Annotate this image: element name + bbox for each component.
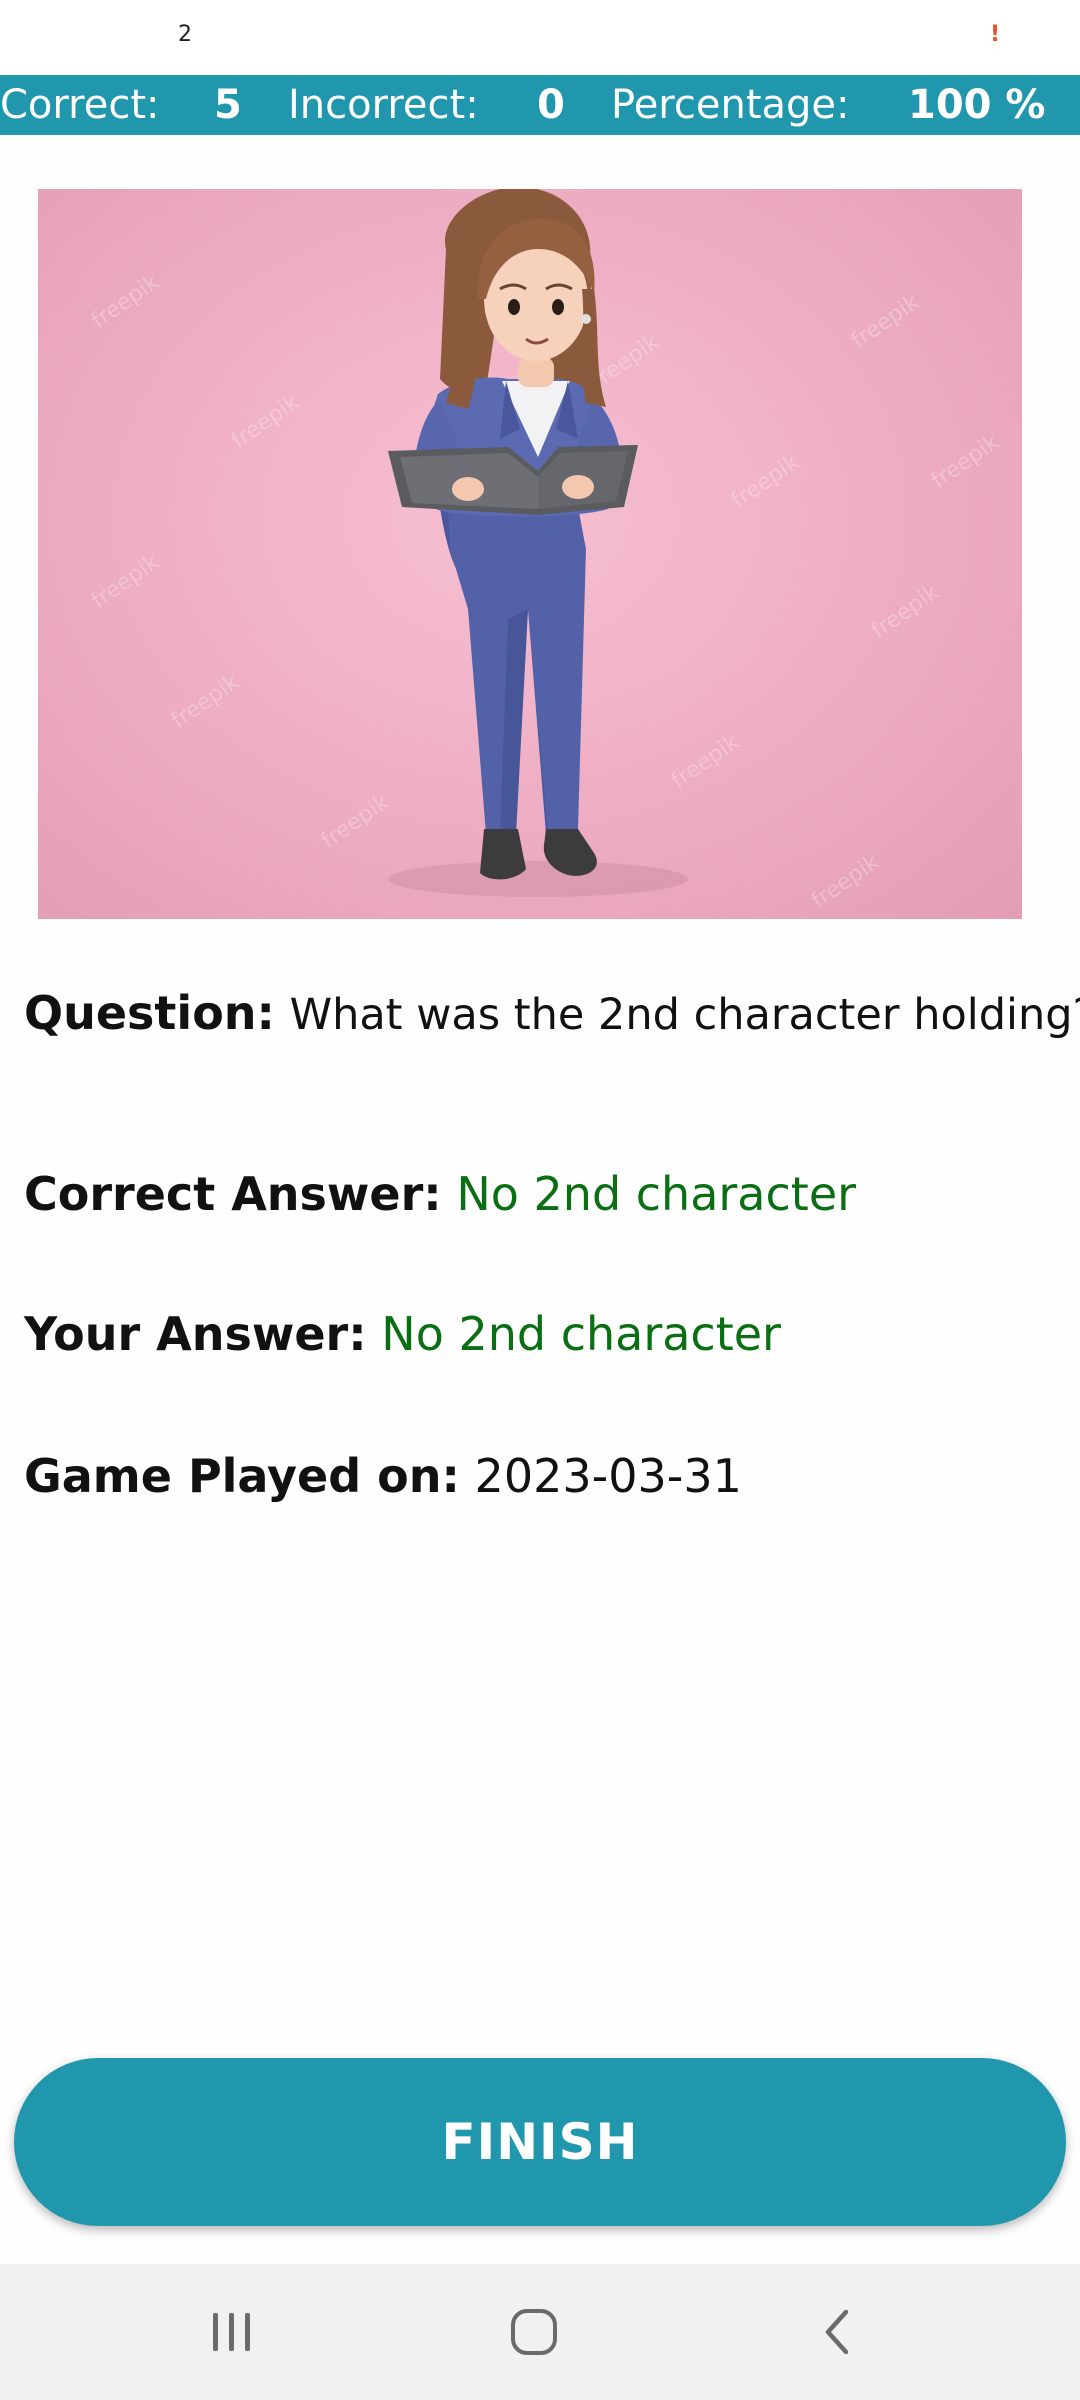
system-nav-bar [0,2264,1080,2400]
watermark-text: freepik [807,850,884,914]
status-bar: 2 ! [0,0,1080,75]
correct-answer-label: Correct Answer: [24,1167,442,1221]
question-row: Question: What was the 2nd character hol… [24,983,1080,1045]
question-text: What was the 2nd character holding? [289,990,1080,1040]
watermark-text: freepik [227,390,304,454]
watermark-text: freepik [927,430,1004,494]
finish-button-label: FINISH [441,2113,639,2171]
character-illustration: freepik freepik freepik freepik freepik … [87,189,1004,914]
back-icon [825,2309,849,2355]
watermark-text: freepik [167,670,244,734]
watermark-text: freepik [667,730,744,794]
correct-count: 5 [214,82,242,128]
incorrect-count: 0 [537,82,565,128]
watermark-text: freepik [317,790,394,854]
watermark-text: freepik [727,450,804,514]
game-played-label: Game Played on: [24,1449,460,1503]
percentage-value: 100 % [908,82,1046,128]
home-icon [511,2309,557,2355]
correct-answer-text: No 2nd character [456,1167,857,1221]
your-answer-text: No 2nd character [381,1307,781,1361]
correct-label: Correct: [0,82,160,128]
watermark-text: freepik [867,580,944,644]
game-played-date: 2023-03-31 [474,1449,742,1503]
your-answer-label: Your Answer: [24,1307,367,1361]
status-alert-icon: ! [990,22,1001,47]
incorrect-label: Incorrect: [288,82,479,128]
your-answer-row: Your Answer: No 2nd character [24,1304,781,1364]
watermark-text: freepik [847,290,924,354]
home-button[interactable] [474,2282,594,2382]
finish-button[interactable]: FINISH [14,2058,1066,2226]
watermark-text: freepik [87,550,164,614]
percentage-label: Percentage: [611,82,850,128]
correct-answer-row: Correct Answer: No 2nd character [24,1164,856,1224]
recents-icon [213,2313,250,2351]
recents-button[interactable] [172,2282,292,2382]
question-label: Question: [24,986,275,1040]
score-bar: Correct: 5 Incorrect: 0 Percentage: 100 … [0,75,1080,135]
watermark-text: freepik [87,270,164,334]
status-notification-count: 2 [178,22,192,47]
game-played-row: Game Played on: 2023-03-31 [24,1446,742,1506]
back-button[interactable] [778,2282,898,2382]
question-illustration: freepik freepik freepik freepik freepik … [38,189,1022,919]
